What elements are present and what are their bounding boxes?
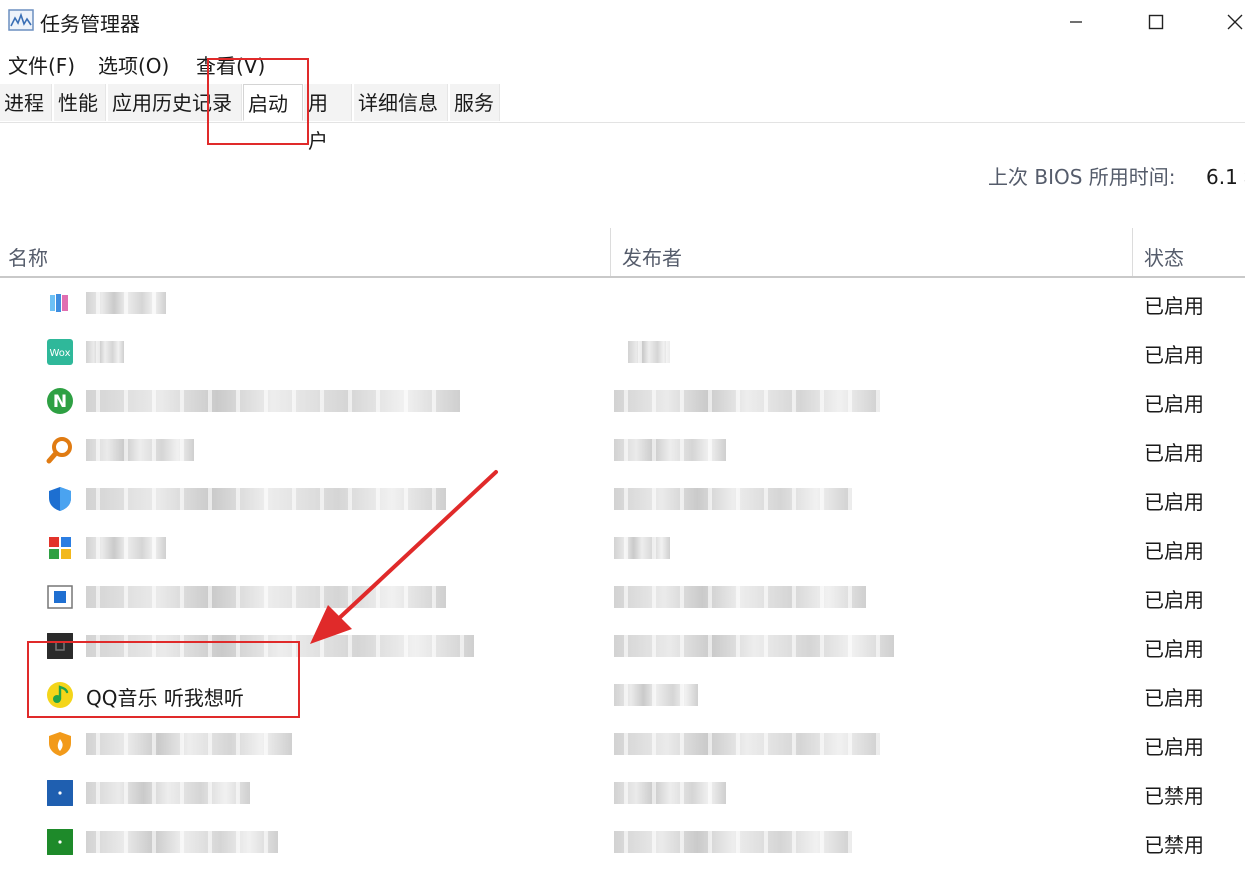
table-row[interactable]: 已禁用 (0, 817, 1245, 866)
menu-bar: 文件(F) 选项(O) 查看(V) (0, 46, 1245, 80)
column-status[interactable]: 状态 (1144, 242, 1184, 271)
highlight-box-startup-tab (207, 58, 309, 145)
redacted-publisher (614, 635, 894, 657)
redacted-publisher (614, 684, 698, 706)
maximize-button[interactable] (1133, 4, 1179, 40)
redacted-publisher (614, 586, 866, 608)
maximize-icon (1148, 14, 1164, 30)
wox-icon: Wox (47, 339, 73, 365)
column-name[interactable]: 名称 (8, 242, 48, 271)
window-title: 任务管理器 (40, 12, 140, 36)
redacted-publisher (614, 390, 880, 412)
minimize-icon (1070, 21, 1082, 23)
redacted-name (86, 292, 166, 314)
tab-processes[interactable]: 进程 (0, 84, 52, 121)
row-status: 已启用 (1144, 392, 1204, 416)
redacted-name (86, 341, 124, 363)
svg-text:Wox: Wox (49, 348, 70, 359)
tab-details[interactable]: 详细信息 (354, 84, 448, 121)
redacted-name (86, 390, 460, 412)
redacted-name (86, 733, 292, 755)
blue-app-icon (47, 780, 73, 806)
table-row[interactable]: 已启用 (0, 523, 1245, 572)
close-button[interactable] (1212, 4, 1245, 40)
tab-performance[interactable]: 性能 (54, 84, 106, 121)
redacted-name (86, 586, 446, 608)
tab-services[interactable]: 服务 (450, 84, 500, 121)
row-status: 已启用 (1144, 490, 1204, 514)
table-row[interactable]: 已禁用 (0, 768, 1245, 817)
table-row[interactable]: 已启用 (0, 278, 1245, 327)
menu-file[interactable]: 文件(F) (8, 50, 75, 79)
redacted-name (86, 537, 166, 559)
redacted-publisher (614, 831, 852, 853)
row-status: 已启用 (1144, 294, 1204, 318)
tab-bar: 进程 性能 应用历史记录 启动 用户 详细信息 服务 (0, 84, 1245, 153)
redacted-publisher (614, 733, 880, 755)
bios-time-label: 上次 BIOS 所用时间: (988, 165, 1176, 189)
redacted-publisher (614, 782, 726, 804)
search-app-icon (46, 437, 72, 464)
app-icon (49, 537, 71, 559)
n-app-icon: N (47, 388, 73, 414)
column-divider[interactable] (610, 228, 611, 276)
redacted-name (86, 488, 446, 510)
redacted-name (86, 782, 250, 804)
column-publisher[interactable]: 发布者 (622, 242, 682, 271)
column-divider[interactable] (1132, 228, 1133, 276)
minimize-button[interactable] (1053, 4, 1099, 40)
redacted-publisher (614, 488, 852, 510)
table-row[interactable]: Wox 已启用 (0, 327, 1245, 376)
redacted-publisher (614, 537, 670, 559)
tab-users[interactable]: 用户 (304, 84, 352, 153)
title-bar: 任务管理器 (0, 0, 1245, 44)
redacted-publisher (628, 341, 670, 363)
green-app-icon (47, 829, 73, 855)
row-status: 已启用 (1144, 637, 1204, 661)
redacted-name (86, 439, 194, 461)
row-status: 已启用 (1144, 588, 1204, 612)
row-status: 已启用 (1144, 343, 1204, 367)
table-row[interactable]: N 已启用 (0, 376, 1245, 425)
row-status: 已禁用 (1144, 784, 1204, 808)
flame-app-icon (49, 732, 71, 756)
table-row[interactable]: 已启用 (0, 474, 1245, 523)
close-icon (1227, 14, 1243, 30)
row-status: 已启用 (1144, 686, 1204, 710)
column-header: 名称 发布者 状态 (0, 228, 1245, 278)
shield-icon (49, 487, 71, 511)
highlight-box-qq-music (27, 641, 300, 718)
table-row[interactable]: 已启用 (0, 719, 1245, 768)
row-status: 已启用 (1144, 441, 1204, 465)
table-row[interactable]: 已启用 (0, 425, 1245, 474)
svg-text:N: N (53, 392, 67, 412)
table-row[interactable]: 已启用 (0, 572, 1245, 621)
bios-time-value: 6.1 秒 (1206, 165, 1245, 189)
row-status: 已启用 (1144, 539, 1204, 563)
task-manager-icon (8, 9, 34, 31)
window-app-icon (47, 585, 73, 609)
menu-options[interactable]: 选项(O) (98, 50, 169, 79)
redacted-publisher (614, 439, 726, 461)
app-icon (50, 294, 68, 312)
row-status: 已禁用 (1144, 833, 1204, 857)
redacted-name (86, 831, 278, 853)
row-status: 已启用 (1144, 735, 1204, 759)
